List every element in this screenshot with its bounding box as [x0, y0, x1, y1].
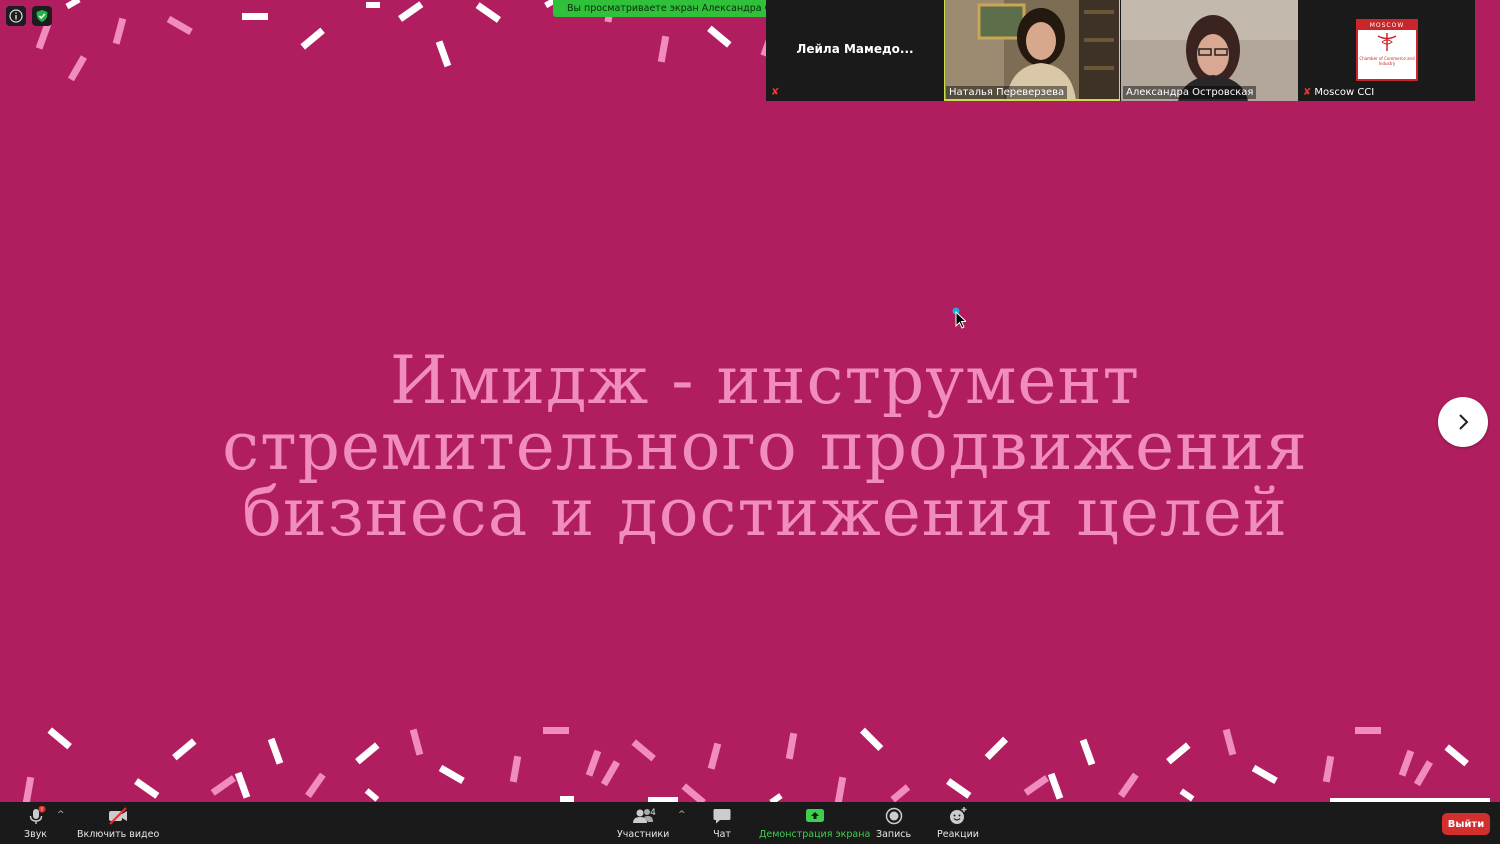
- encryption-button[interactable]: [32, 6, 52, 26]
- record-icon: [885, 807, 902, 825]
- audio-options-caret-icon[interactable]: ^: [57, 810, 65, 820]
- chat-label: Чат: [713, 829, 731, 840]
- audio-button[interactable]: ! Звук: [24, 806, 47, 840]
- microphone-icon: !: [29, 806, 46, 824]
- participants-options-caret-icon[interactable]: ^: [678, 810, 686, 820]
- participant-tile[interactable]: Александра Островская: [1121, 0, 1298, 101]
- video-off-icon: [109, 807, 128, 825]
- shield-check-icon: [36, 10, 48, 22]
- slide-title-line: стремительного продвижения: [222, 408, 1308, 485]
- info-icon: [9, 9, 23, 23]
- start-video-button[interactable]: Включить видео: [77, 806, 159, 840]
- reactions-label: Реакции: [937, 829, 979, 840]
- slide-title-line: Имидж - инструмент: [390, 342, 1140, 419]
- participant-video-strip: Лейла Мамедо... ✘ Наталья Переверзева Ал…: [766, 0, 1475, 101]
- participant-tile[interactable]: MOSCOW Chamber of Commerce and Industry …: [1298, 0, 1475, 101]
- chat-bubble-icon: [713, 809, 731, 824]
- leave-meeting-button[interactable]: Выйти: [1442, 813, 1490, 835]
- mouse-pointer-icon: [952, 307, 966, 329]
- participant-label: Александра Островская: [1123, 86, 1257, 99]
- logo-top-text: MOSCOW: [1358, 21, 1416, 30]
- participant-tile[interactable]: Наталья Переверзева: [944, 0, 1120, 101]
- participants-button[interactable]: 4 Участники: [617, 806, 669, 840]
- video-label: Включить видео: [77, 829, 160, 840]
- screen-share-banner[interactable]: Вы просматриваете экран Александра Остро…: [553, 0, 766, 17]
- share-screen-icon: [805, 809, 824, 822]
- mic-muted-icon: ✘: [771, 87, 780, 98]
- moscow-cci-logo: MOSCOW Chamber of Commerce and Industry: [1356, 19, 1418, 81]
- record-label: Запись: [876, 829, 912, 840]
- share-screen-button[interactable]: Демонстрация экрана: [759, 806, 870, 840]
- caduceus-icon: [1377, 33, 1397, 51]
- shared-screen-slide: Имидж - инструмент стремительного продви…: [0, 0, 1500, 802]
- slide-title-line: бизнеса и достижения целей: [242, 474, 1288, 551]
- participant-name: Лейла Мамедо...: [796, 42, 914, 56]
- smiley-plus-icon: [949, 807, 967, 824]
- participants-count: 4: [650, 808, 656, 818]
- meeting-info-icons: [6, 6, 52, 26]
- audio-warning-badge: !: [40, 806, 42, 813]
- chevron-right-icon: [1459, 414, 1469, 430]
- logo-bottom-text: Chamber of Commerce and Industry: [1359, 56, 1415, 66]
- slide-title: Имидж - инструмент стремительного продви…: [150, 348, 1380, 546]
- reactions-button[interactable]: Реакции: [937, 806, 979, 840]
- participant-label: ✘: [768, 86, 785, 99]
- participants-label: Участники: [617, 829, 670, 840]
- meeting-info-button[interactable]: [6, 6, 26, 26]
- share-screen-label: Демонстрация экрана: [759, 829, 871, 840]
- participant-tile[interactable]: Лейла Мамедо... ✘: [766, 0, 944, 101]
- participant-name: Moscow CCI: [1314, 87, 1375, 98]
- record-button[interactable]: Запись: [876, 806, 911, 840]
- meeting-toolbar: ! Звук ^ Включить видео 4 Участники ^ Ча: [0, 802, 1500, 844]
- participant-label: ✘ Moscow CCI: [1300, 86, 1377, 99]
- chat-button[interactable]: Чат: [712, 806, 732, 840]
- participants-icon-wrap: 4: [623, 806, 663, 826]
- next-slide-button[interactable]: [1438, 397, 1488, 447]
- audio-label: Звук: [24, 829, 48, 840]
- mic-muted-icon: ✘: [1303, 87, 1312, 98]
- participant-label: Наталья Переверзева: [946, 86, 1068, 99]
